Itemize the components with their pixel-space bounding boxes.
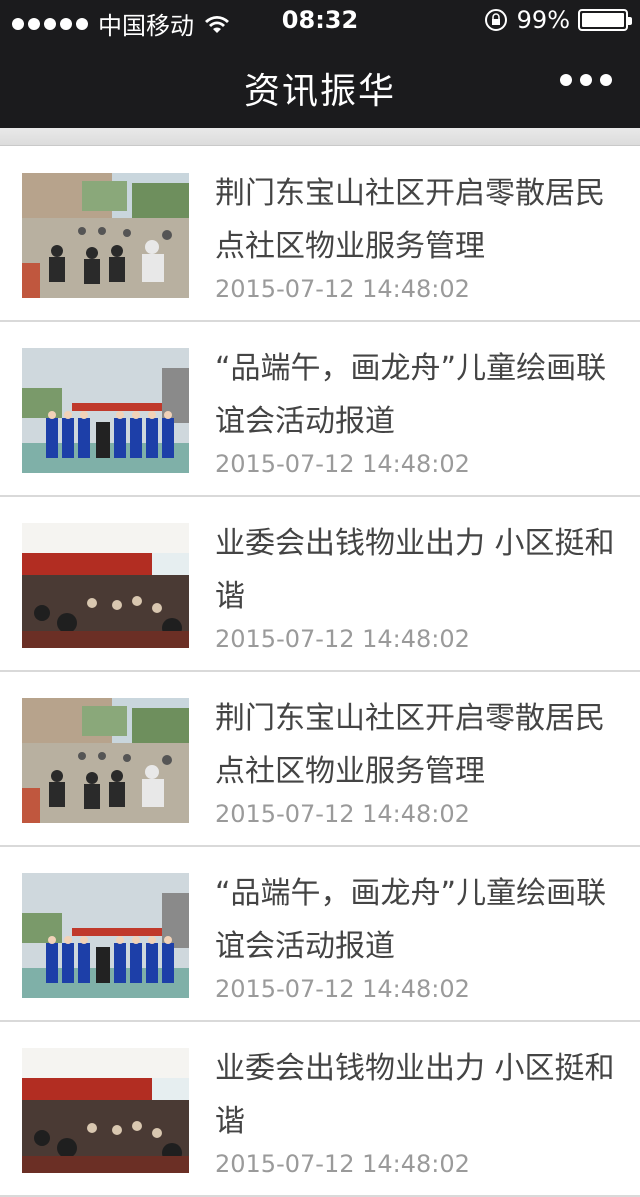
news-date: 2015-07-12 14:48:02 xyxy=(215,1150,470,1178)
more-options-button[interactable] xyxy=(560,74,612,86)
choir-performance-photo xyxy=(22,348,189,473)
news-thumbnail xyxy=(22,173,189,298)
news-title: “品端午，画龙舟”儿童绘画联谊会活动报道 xyxy=(215,351,607,439)
lecture-hall-photo xyxy=(22,523,189,648)
news-list: 荆门东宝山社区开启零散居民点社区物业服务管理 2015-07-12 14:48:… xyxy=(0,147,640,1197)
navigation-bar: 资讯振华 xyxy=(0,40,640,128)
news-list-item[interactable]: 荆门东宝山社区开启零散居民点社区物业服务管理 2015-07-12 14:48:… xyxy=(0,672,640,847)
news-date: 2015-07-12 14:48:02 xyxy=(215,275,470,303)
news-title: “品端午，画龙舟”儿童绘画联谊会活动报道 xyxy=(215,876,607,964)
news-thumbnail xyxy=(22,1048,189,1173)
news-date: 2015-07-12 14:48:02 xyxy=(215,625,470,653)
choir-performance-photo xyxy=(22,873,189,998)
more-dot-icon xyxy=(580,74,592,86)
community-meeting-photo xyxy=(22,698,189,823)
news-thumbnail xyxy=(22,698,189,823)
news-list-item[interactable]: 荆门东宝山社区开启零散居民点社区物业服务管理 2015-07-12 14:48:… xyxy=(0,147,640,322)
battery-icon xyxy=(578,9,632,31)
news-list-item[interactable]: 业委会出钱物业出力 小区挺和谐 2015-07-12 14:48:02 xyxy=(0,497,640,672)
more-dot-icon xyxy=(600,74,612,86)
rotation-lock-icon xyxy=(484,9,507,31)
news-list-item[interactable]: “品端午，画龙舟”儿童绘画联谊会活动报道 2015-07-12 14:48:02 xyxy=(0,322,640,497)
more-dot-icon xyxy=(560,74,572,86)
news-date: 2015-07-12 14:48:02 xyxy=(215,800,470,828)
news-list-item[interactable]: 业委会出钱物业出力 小区挺和谐 2015-07-12 14:48:02 xyxy=(0,1022,640,1197)
status-bar: 中国移动 08:32 99% xyxy=(0,0,640,40)
news-date: 2015-07-12 14:48:02 xyxy=(215,450,470,478)
status-right: 99% xyxy=(483,6,632,34)
news-list-item[interactable]: “品端午，画龙舟”儿童绘画联谊会活动报道 2015-07-12 14:48:02 xyxy=(0,847,640,1022)
news-title: 业委会出钱物业出力 小区挺和谐 xyxy=(215,526,615,614)
news-thumbnail xyxy=(22,348,189,473)
news-title: 业委会出钱物业出力 小区挺和谐 xyxy=(215,1051,615,1139)
news-title: 荆门东宝山社区开启零散居民点社区物业服务管理 xyxy=(215,176,605,264)
news-title: 荆门东宝山社区开启零散居民点社区物业服务管理 xyxy=(215,701,605,789)
header-divider xyxy=(0,128,640,146)
news-thumbnail xyxy=(22,873,189,998)
news-date: 2015-07-12 14:48:02 xyxy=(215,975,470,1003)
lecture-hall-photo xyxy=(22,1048,189,1173)
community-meeting-photo xyxy=(22,173,189,298)
news-thumbnail xyxy=(22,523,189,648)
battery-percent: 99% xyxy=(516,6,570,34)
page-title: 资讯振华 xyxy=(243,71,396,112)
